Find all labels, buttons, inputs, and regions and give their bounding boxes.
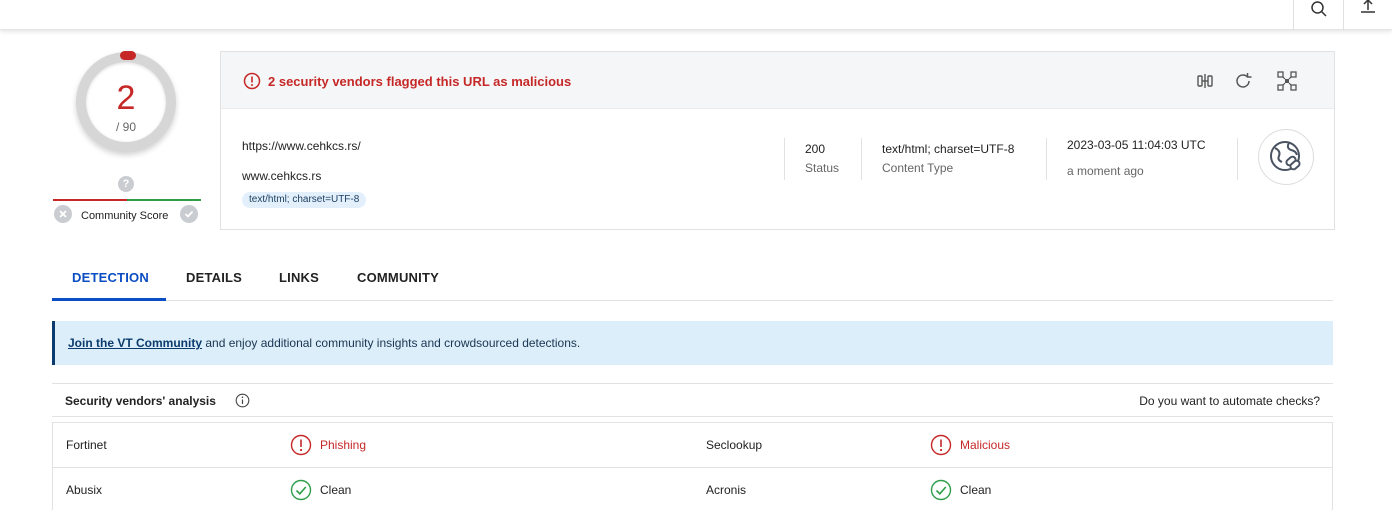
join-community-link[interactable]: Join the VT Community (68, 336, 202, 350)
graph-icon (1277, 71, 1297, 91)
malicious-alert-text: 2 security vendors flagged this URL as m… (268, 74, 572, 89)
vendor-name: Acronis (706, 483, 747, 497)
vendor-name: Seclookup (706, 438, 763, 452)
alert-icon (930, 434, 952, 456)
gauge-center: 2 / 90 (86, 62, 166, 142)
table-row: Fortinet Phishing Seclookup Malicious (53, 423, 1332, 467)
divider (861, 138, 862, 180)
search-button[interactable] (1293, 0, 1343, 30)
detection-count: 2 (116, 79, 136, 117)
vote-harmless-button[interactable] (54, 205, 72, 223)
analysis-date-value: 2023-03-05 11:04:03 UTC (1067, 138, 1206, 152)
community-score-value: ? (118, 176, 134, 192)
site-favicon (1258, 129, 1314, 185)
content-type-tag[interactable]: text/html; charset=UTF-8 (242, 192, 367, 208)
url-summary-card: 2 security vendors flagged this URL as m… (220, 51, 1335, 230)
reanalyze-button[interactable] (1231, 69, 1255, 93)
vendor-verdict: Malicious (960, 438, 1011, 452)
vendor-verdict: Clean (960, 483, 992, 497)
active-tab-indicator (52, 298, 166, 301)
content-type-value: text/html; charset=UTF-8 (882, 142, 1015, 156)
alert-icon (243, 72, 261, 90)
analysis-date-relative: a moment ago (1067, 164, 1144, 178)
tab-detection[interactable]: DETECTION (72, 270, 149, 285)
globe-link-icon (1270, 141, 1301, 171)
scanned-domain[interactable]: www.cehkcs.rs (242, 169, 321, 183)
detection-total: / 90 (115, 120, 136, 134)
compare-icon (1197, 74, 1213, 88)
vendors-analysis-title: Security vendors' analysis (65, 394, 216, 408)
tab-details[interactable]: DETAILS (186, 270, 242, 285)
http-status-label: Status (805, 161, 840, 175)
divider (784, 138, 785, 180)
close-icon (59, 210, 67, 218)
top-bar (0, 0, 1392, 30)
vendor-name: Abusix (66, 483, 103, 497)
compare-button[interactable] (1193, 69, 1217, 93)
community-banner: Join the VT Community and enjoy addition… (52, 321, 1333, 365)
vendor-name: Fortinet (66, 438, 107, 452)
vote-malicious-button[interactable] (180, 205, 198, 223)
graph-button[interactable] (1275, 69, 1299, 93)
vendor-verdict: Phishing (320, 438, 367, 452)
community-score-label: Community Score (81, 210, 169, 222)
http-status-value: 200 (805, 142, 826, 156)
tab-links[interactable]: LINKS (279, 270, 319, 285)
upload-button[interactable] (1343, 0, 1392, 30)
divider (1237, 138, 1238, 180)
card-header: 2 security vendors flagged this URL as m… (221, 52, 1334, 109)
vendors-table: Fortinet Phishing Seclookup Malicious Ab… (52, 422, 1333, 510)
community-score-bar (53, 199, 201, 201)
upload-icon (1361, 0, 1375, 13)
divider (1046, 138, 1047, 180)
info-icon[interactable] (235, 393, 250, 408)
check-circle-icon (290, 479, 312, 501)
reanalyze-icon (1236, 73, 1252, 88)
report-tabs: DETECTION DETAILS LINKS COMMUNITY (52, 263, 1333, 301)
banner-text: Join the VT Community and enjoy addition… (68, 336, 580, 350)
scanned-url: https://www.cehkcs.rs/ (242, 139, 361, 153)
detection-score-gauge: 2 / 90 (76, 51, 176, 152)
vendors-analysis-header: Security vendors' analysis Do you want t… (52, 383, 1333, 417)
search-icon (1310, 1, 1327, 17)
vendor-verdict: Clean (320, 483, 352, 497)
content-type-label: Content Type (882, 161, 954, 175)
table-row: Abusix Clean Acronis Clean (53, 467, 1332, 510)
tab-community[interactable]: COMMUNITY (357, 270, 439, 285)
gauge-indicator (120, 51, 136, 60)
check-icon (184, 210, 194, 218)
check-circle-icon (930, 479, 952, 501)
automate-checks-link[interactable]: Do you want to automate checks? (1139, 394, 1320, 408)
alert-icon (290, 434, 312, 456)
banner-message: and enjoy additional community insights … (202, 336, 581, 350)
